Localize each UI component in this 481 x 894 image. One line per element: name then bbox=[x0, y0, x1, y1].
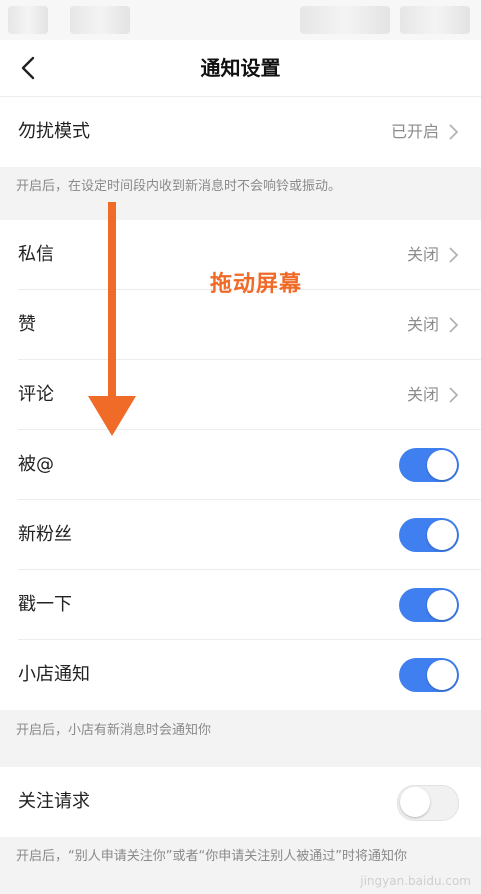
row-new-followers: 新粉丝 bbox=[0, 500, 481, 570]
follow-note: 开启后，“别人申请关注你”或者“你申请关注别人被通过”时将通知你 bbox=[16, 849, 407, 864]
row-label: 小店通知 bbox=[18, 664, 90, 685]
shop-note: 开启后，小店有新消息时会通知你 bbox=[16, 723, 212, 738]
row-label: 戳一下 bbox=[18, 594, 72, 615]
row-poke: 戳一下 bbox=[0, 570, 481, 640]
chevron-right-icon bbox=[449, 124, 459, 140]
row-label: 被@ bbox=[18, 454, 54, 475]
dnd-note: 开启后，在设定时间段内收到新消息时不会响铃或振动。 bbox=[16, 179, 342, 194]
row-label: 私信 bbox=[18, 244, 54, 265]
row-label: 关注请求 bbox=[18, 791, 90, 812]
row-label: 新粉丝 bbox=[18, 524, 72, 545]
mentions-toggle[interactable] bbox=[399, 448, 459, 482]
row-follow-request: 关注请求 bbox=[0, 767, 481, 837]
drag-down-arrow-icon bbox=[88, 202, 136, 436]
new-followers-toggle[interactable] bbox=[399, 518, 459, 552]
row-comments[interactable]: 评论 关闭 bbox=[0, 360, 481, 430]
row-likes[interactable]: 赞 关闭 bbox=[0, 290, 481, 360]
dnd-row[interactable]: 勿扰模式 已开启 bbox=[0, 97, 481, 167]
row-value: 关闭 bbox=[406, 245, 439, 264]
page-title: 通知设置 bbox=[200, 56, 281, 80]
row-mentions: 被@ bbox=[0, 430, 481, 500]
dnd-status: 已开启 bbox=[390, 122, 439, 141]
row-label: 评论 bbox=[18, 384, 54, 405]
follow-request-toggle[interactable] bbox=[397, 785, 459, 821]
row-value: 关闭 bbox=[406, 385, 439, 404]
watermark: jingyan.baidu.com bbox=[360, 874, 471, 888]
dnd-label: 勿扰模式 bbox=[18, 121, 90, 142]
status-bar bbox=[0, 0, 481, 40]
poke-toggle[interactable] bbox=[399, 588, 459, 622]
screen: 通知设置 勿扰模式 已开启 开启后，在设定时间段内收到新消息时不会响铃或振动。 … bbox=[0, 0, 481, 894]
row-shop-notification: 小店通知 bbox=[0, 640, 481, 710]
row-label: 赞 bbox=[18, 314, 36, 335]
nav-bar: 通知设置 bbox=[0, 40, 481, 97]
shop-notification-toggle[interactable] bbox=[399, 658, 459, 692]
chevron-right-icon bbox=[449, 247, 459, 263]
dnd-note-section: 开启后，在设定时间段内收到新消息时不会响铃或振动。 bbox=[0, 167, 481, 220]
row-value: 关闭 bbox=[406, 315, 439, 334]
shop-note-section: 开启后，小店有新消息时会通知你 bbox=[0, 710, 481, 767]
chevron-right-icon bbox=[449, 317, 459, 333]
chevron-right-icon bbox=[449, 387, 459, 403]
annotation-text: 拖动屏幕 bbox=[210, 272, 303, 297]
